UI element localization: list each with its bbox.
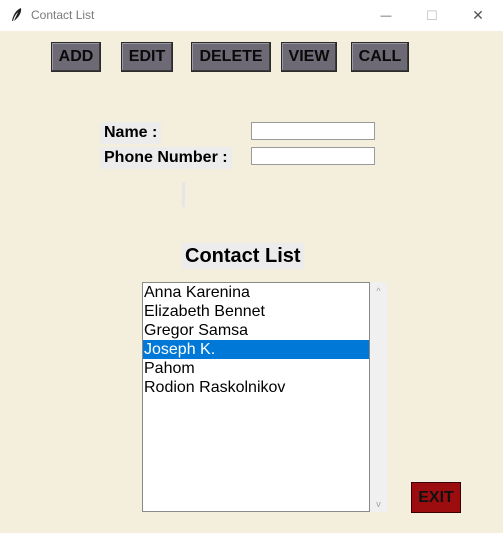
exit-button[interactable]: EXIT bbox=[411, 482, 461, 513]
feather-icon bbox=[12, 8, 22, 21]
list-item-selected[interactable]: Joseph K. bbox=[143, 340, 369, 359]
list-item[interactable]: Rodion Raskolnikov bbox=[143, 378, 369, 397]
scroll-down-icon[interactable]: v bbox=[370, 495, 387, 512]
view-button[interactable]: VIEW bbox=[281, 42, 337, 72]
contact-list-heading: Contact List bbox=[182, 243, 304, 269]
title-bar: Contact List — ☐ ✕ bbox=[0, 0, 503, 31]
list-scrollbar[interactable]: ^ v bbox=[370, 282, 387, 512]
separator bbox=[182, 182, 185, 207]
name-input[interactable] bbox=[251, 122, 375, 140]
maximize-button[interactable]: ☐ bbox=[409, 0, 455, 31]
minimize-icon: — bbox=[380, 9, 392, 22]
window-title: Contact List bbox=[31, 8, 95, 22]
list-item[interactable]: Elizabeth Bennet bbox=[143, 302, 369, 321]
call-button[interactable]: CALL bbox=[351, 42, 409, 72]
maximize-icon: ☐ bbox=[426, 7, 438, 23]
delete-button[interactable]: DELETE bbox=[191, 42, 271, 72]
name-label: Name : bbox=[100, 122, 162, 144]
list-item[interactable]: Anna Karenina bbox=[143, 283, 369, 302]
phone-label: Phone Number : bbox=[100, 147, 232, 169]
contact-listbox[interactable]: Anna Karenina Elizabeth Bennet Gregor Sa… bbox=[142, 282, 370, 512]
add-button[interactable]: ADD bbox=[51, 42, 101, 72]
minimize-button[interactable]: — bbox=[363, 0, 409, 31]
edit-button[interactable]: EDIT bbox=[121, 42, 173, 72]
close-icon: ✕ bbox=[472, 7, 484, 23]
list-item[interactable]: Gregor Samsa bbox=[143, 321, 369, 340]
scroll-up-icon[interactable]: ^ bbox=[370, 282, 387, 299]
list-item[interactable]: Pahom bbox=[143, 359, 369, 378]
close-button[interactable]: ✕ bbox=[455, 0, 501, 31]
phone-input[interactable] bbox=[251, 147, 375, 165]
